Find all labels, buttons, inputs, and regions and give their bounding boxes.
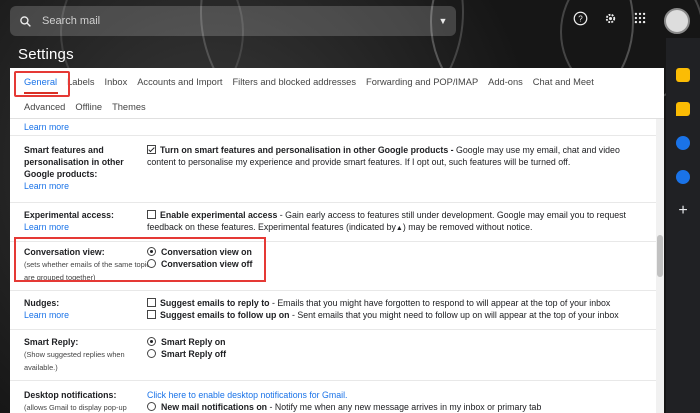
smart-reply-off-option[interactable]: Smart Reply off <box>147 348 632 360</box>
top-actions: ? <box>572 10 648 26</box>
nudges-learn-more-link[interactable]: Learn more <box>24 310 69 320</box>
tab-offline[interactable]: Offline <box>70 102 107 112</box>
add-addon-icon[interactable]: + <box>678 203 687 219</box>
account-avatar[interactable] <box>664 8 690 34</box>
smart-reply-label: Smart Reply: (Show suggested replies whe… <box>24 337 125 372</box>
settings-row-previous: Learn more <box>10 119 656 136</box>
tab-chat-and-meet[interactable]: Chat and Meet <box>528 77 599 87</box>
search-icon[interactable] <box>10 15 40 28</box>
tab-forwarding-pop-imap[interactable]: Forwarding and POP/IMAP <box>361 77 483 87</box>
calendar-icon[interactable] <box>676 68 690 82</box>
help-icon[interactable]: ? <box>572 10 588 26</box>
side-panel: + <box>666 38 700 413</box>
smart-features-label: Smart features and personalisation in ot… <box>24 145 124 191</box>
desktop-notifications-options: Click here to enable desktop notificatio… <box>147 389 632 413</box>
tab-themes[interactable]: Themes <box>107 102 151 112</box>
smart-reply-on-radio[interactable] <box>147 337 156 346</box>
scrollbar-thumb[interactable] <box>657 235 663 277</box>
search-options-icon[interactable]: ▼ <box>430 16 456 26</box>
apps-grid-icon[interactable] <box>632 10 648 26</box>
nudge-follow-up-option[interactable]: Suggest emails to follow up on - Sent em… <box>147 309 632 321</box>
settings-card: General Labels Inbox Accounts and Import… <box>10 68 664 413</box>
tab-row-secondary: Advanced Offline Themes <box>24 96 151 118</box>
content-scrollbar[interactable] <box>656 119 664 413</box>
learn-more-link[interactable]: Learn more <box>24 121 69 133</box>
experimental-option[interactable]: Enable experimental access - Gain early … <box>147 209 632 235</box>
smart-features-checkbox[interactable] <box>147 145 156 154</box>
enable-desktop-notifications-link[interactable]: Click here to enable desktop notificatio… <box>147 389 632 401</box>
experimental-checkbox[interactable] <box>147 210 156 219</box>
desktop-notifications-label: Desktop notifications: (allows Gmail to … <box>24 390 127 412</box>
nudge-follow-up-checkbox[interactable] <box>147 310 156 319</box>
nudge-reply-option[interactable]: Suggest emails to reply to - Emails that… <box>147 297 632 309</box>
experimental-learn-more-link[interactable]: Learn more <box>24 222 69 232</box>
settings-row-desktop-notifications: Desktop notifications: (allows Gmail to … <box>10 381 656 413</box>
tab-advanced[interactable]: Advanced <box>24 102 70 112</box>
tasks-icon[interactable] <box>676 136 690 150</box>
tab-inbox[interactable]: Inbox <box>99 77 132 87</box>
tab-add-ons[interactable]: Add-ons <box>483 77 528 87</box>
tab-filters-and-blocked[interactable]: Filters and blocked addresses <box>228 77 362 87</box>
settings-row-nudges: Nudges: Learn more Suggest emails to rep… <box>10 291 656 330</box>
tab-row-primary: General Labels Inbox Accounts and Import… <box>10 68 599 96</box>
experimental-label: Experimental access: Learn more <box>24 210 114 232</box>
conversation-view-highlight <box>14 237 266 282</box>
settings-gear-icon[interactable] <box>602 10 618 26</box>
svg-text:?: ? <box>578 14 583 23</box>
smart-features-option[interactable]: Turn on smart features and personalisati… <box>147 144 632 168</box>
new-mail-notifications-option[interactable]: New mail notifications on - Notify me wh… <box>147 401 632 413</box>
search-input[interactable] <box>40 14 430 28</box>
new-mail-notifications-radio[interactable] <box>147 402 156 411</box>
search-bar[interactable]: ▼ <box>10 6 456 36</box>
nudge-reply-checkbox[interactable] <box>147 298 156 307</box>
smart-reply-off-radio[interactable] <box>147 349 156 358</box>
settings-row-smart-reply: Smart Reply: (Show suggested replies whe… <box>10 330 656 381</box>
settings-row-smart-features: Smart features and personalisation in ot… <box>10 136 656 203</box>
settings-content: Learn more Smart features and personalis… <box>10 119 656 413</box>
nudges-options: Suggest emails to reply to - Emails that… <box>147 297 632 321</box>
contacts-icon[interactable] <box>676 170 690 184</box>
tab-accounts-and-import[interactable]: Accounts and Import <box>132 77 227 87</box>
smart-features-learn-more-link[interactable]: Learn more <box>24 181 69 191</box>
nudges-label: Nudges: Learn more <box>24 298 69 320</box>
page-title: Settings <box>18 46 74 63</box>
keep-icon[interactable] <box>676 102 690 116</box>
smart-reply-options: Smart Reply on Smart Reply off <box>147 336 632 360</box>
general-tab-highlight <box>14 71 70 97</box>
flask-icon: ▲ <box>395 225 403 232</box>
smart-reply-on-option[interactable]: Smart Reply on <box>147 336 632 348</box>
